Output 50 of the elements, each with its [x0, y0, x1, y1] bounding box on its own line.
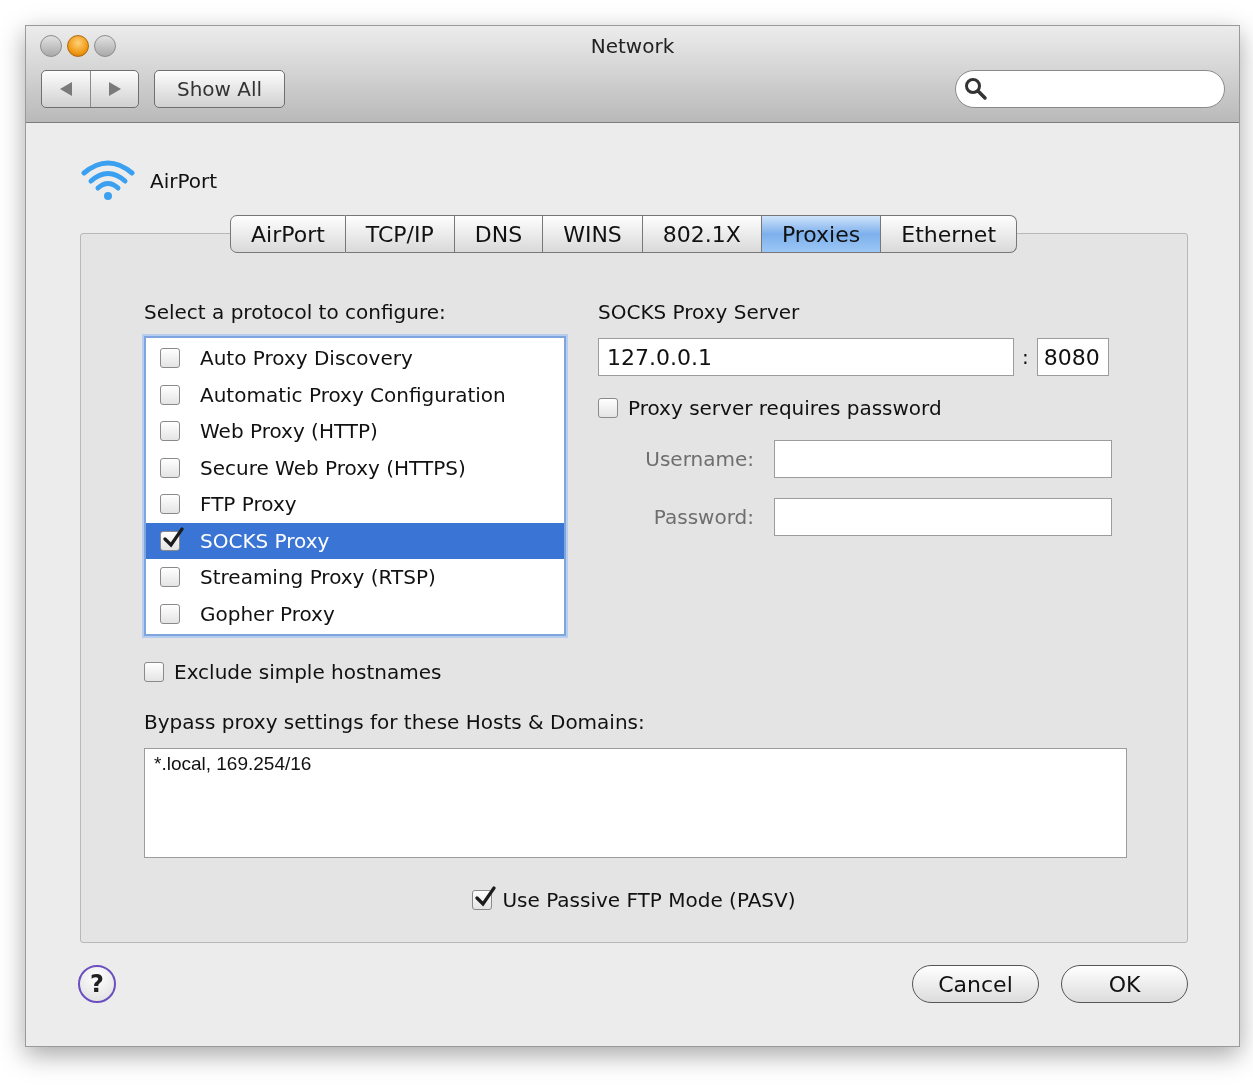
close-button[interactable]: [40, 35, 62, 57]
protocol-list-item[interactable]: Secure Web Proxy (HTTPS): [146, 449, 564, 486]
cancel-button[interactable]: Cancel: [912, 965, 1039, 1003]
section-label: Bypass proxy settings for these Hosts & Domains:: [144, 710, 646, 734]
checkbox[interactable]: [160, 384, 180, 405]
tab[interactable]: WINS: [543, 215, 643, 253]
help-button[interactable]: ?: [78, 965, 116, 1003]
checkbox-label: Use Passive FTP Mode (PASV): [502, 888, 796, 912]
protocol-list-item[interactable]: Streaming Proxy (RTSP): [146, 559, 564, 596]
search-field[interactable]: [955, 70, 1225, 108]
tab[interactable]: Ethernet: [881, 215, 1017, 253]
checkbox[interactable]: [160, 457, 180, 478]
checkbox[interactable]: [160, 421, 180, 442]
interface-name: AirPort: [150, 169, 218, 193]
minimize-button[interactable]: [67, 35, 89, 57]
tab[interactable]: 802.1X: [642, 215, 762, 253]
port-separator: :: [1022, 345, 1029, 369]
zoom-button[interactable]: [94, 35, 116, 57]
checkbox[interactable]: [160, 348, 180, 369]
field-label: Password:: [653, 505, 754, 529]
input-field[interactable]: [774, 440, 1112, 478]
tab[interactable]: Proxies: [761, 215, 882, 253]
section-label: Select a protocol to configure:: [144, 300, 447, 324]
bypass-hosts-field[interactable]: *.local, 169.254/16: [144, 748, 1127, 858]
protocol-list-item[interactable]: Gopher Proxy: [146, 595, 564, 632]
protocol-list-item[interactable]: Automatic Proxy Configuration: [146, 376, 564, 413]
protocol-list-item[interactable]: FTP Proxy: [146, 486, 564, 523]
tab[interactable]: AirPort: [230, 215, 346, 253]
checkbox[interactable]: [160, 494, 180, 515]
search-icon: [964, 77, 988, 101]
checkbox[interactable]: [144, 662, 164, 682]
checkbox-label: Proxy server requires password: [628, 396, 942, 420]
protocol-list-item[interactable]: Auto Proxy Discovery: [146, 340, 564, 377]
window-title: Network: [590, 34, 675, 58]
triangle-left-icon: [59, 81, 73, 97]
tab[interactable]: DNS: [454, 215, 544, 253]
server-field[interactable]: 127.0.0.1: [598, 338, 1014, 376]
checkbox[interactable]: [160, 567, 180, 588]
field-label: Username:: [645, 447, 754, 471]
triangle-right-icon: [107, 81, 122, 97]
input-field[interactable]: [774, 498, 1112, 536]
protocol-list-item[interactable]: Web Proxy (HTTP): [146, 413, 564, 450]
port-field[interactable]: 8080: [1036, 338, 1109, 376]
show-all-button[interactable]: Show All: [154, 70, 286, 108]
checkbox[interactable]: [598, 398, 618, 418]
ok-button[interactable]: OK: [1061, 965, 1188, 1003]
tab[interactable]: TCP/IP: [345, 215, 455, 253]
checkbox[interactable]: [160, 603, 180, 624]
section-label: SOCKS Proxy Server: [598, 300, 801, 324]
checkbox-label: Exclude simple hostnames: [174, 660, 442, 684]
